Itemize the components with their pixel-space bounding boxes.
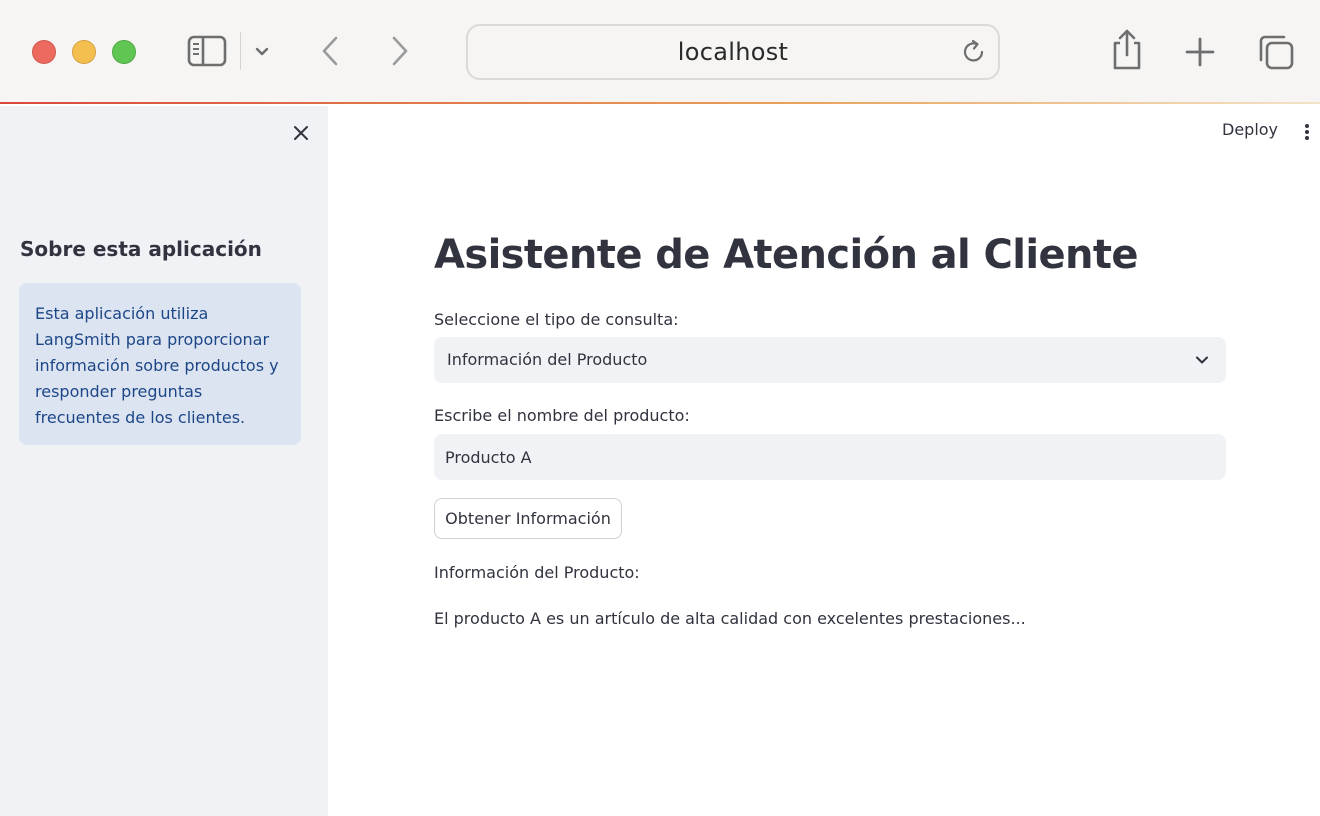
reload-icon[interactable] [960,38,988,71]
url-text: localhost [677,38,789,66]
info-box: Esta aplicación utiliza LangSmith para p… [19,283,301,445]
sidebar-heading: Sobre esta aplicación [20,237,262,261]
window-minimize-button[interactable] [72,40,96,64]
close-icon[interactable] [289,121,313,145]
window-close-button[interactable] [32,40,56,64]
sidebar-toggle-icon[interactable] [186,34,228,68]
query-type-label: Seleccione el tipo de consulta: [434,310,679,329]
deploy-button[interactable]: Deploy [1222,120,1278,139]
tab-overview-icon[interactable] [1256,32,1296,72]
forward-arrow-icon[interactable] [386,34,414,68]
chevron-down-icon [1195,353,1209,372]
info-text: Esta aplicación utiliza LangSmith para p… [35,304,279,427]
main-content: Deploy Asistente de Atención al Cliente … [328,106,1320,816]
result-text: El producto A es un artículo de alta cal… [434,609,1026,628]
chevron-down-icon[interactable] [252,42,272,62]
window-zoom-button[interactable] [112,40,136,64]
loading-accent-line [0,102,1320,104]
query-type-value: Información del Producto [447,350,648,369]
query-type-select[interactable]: Información del Producto [434,337,1226,383]
share-icon[interactable] [1108,26,1146,72]
browser-toolbar: localhost [0,0,1320,104]
result-heading: Información del Producto: [434,563,640,582]
toolbar-divider [240,32,241,70]
back-arrow-icon[interactable] [316,34,344,68]
address-bar[interactable]: localhost [466,24,1000,80]
new-tab-icon[interactable] [1182,34,1218,70]
more-options-icon[interactable] [1303,123,1311,141]
page-title: Asistente de Atención al Cliente [434,232,1139,278]
get-info-button[interactable]: Obtener Información [434,498,622,539]
product-name-label: Escribe el nombre del producto: [434,406,690,425]
sidebar: Sobre esta aplicación Esta aplicación ut… [0,106,328,816]
product-name-input[interactable] [434,434,1226,480]
